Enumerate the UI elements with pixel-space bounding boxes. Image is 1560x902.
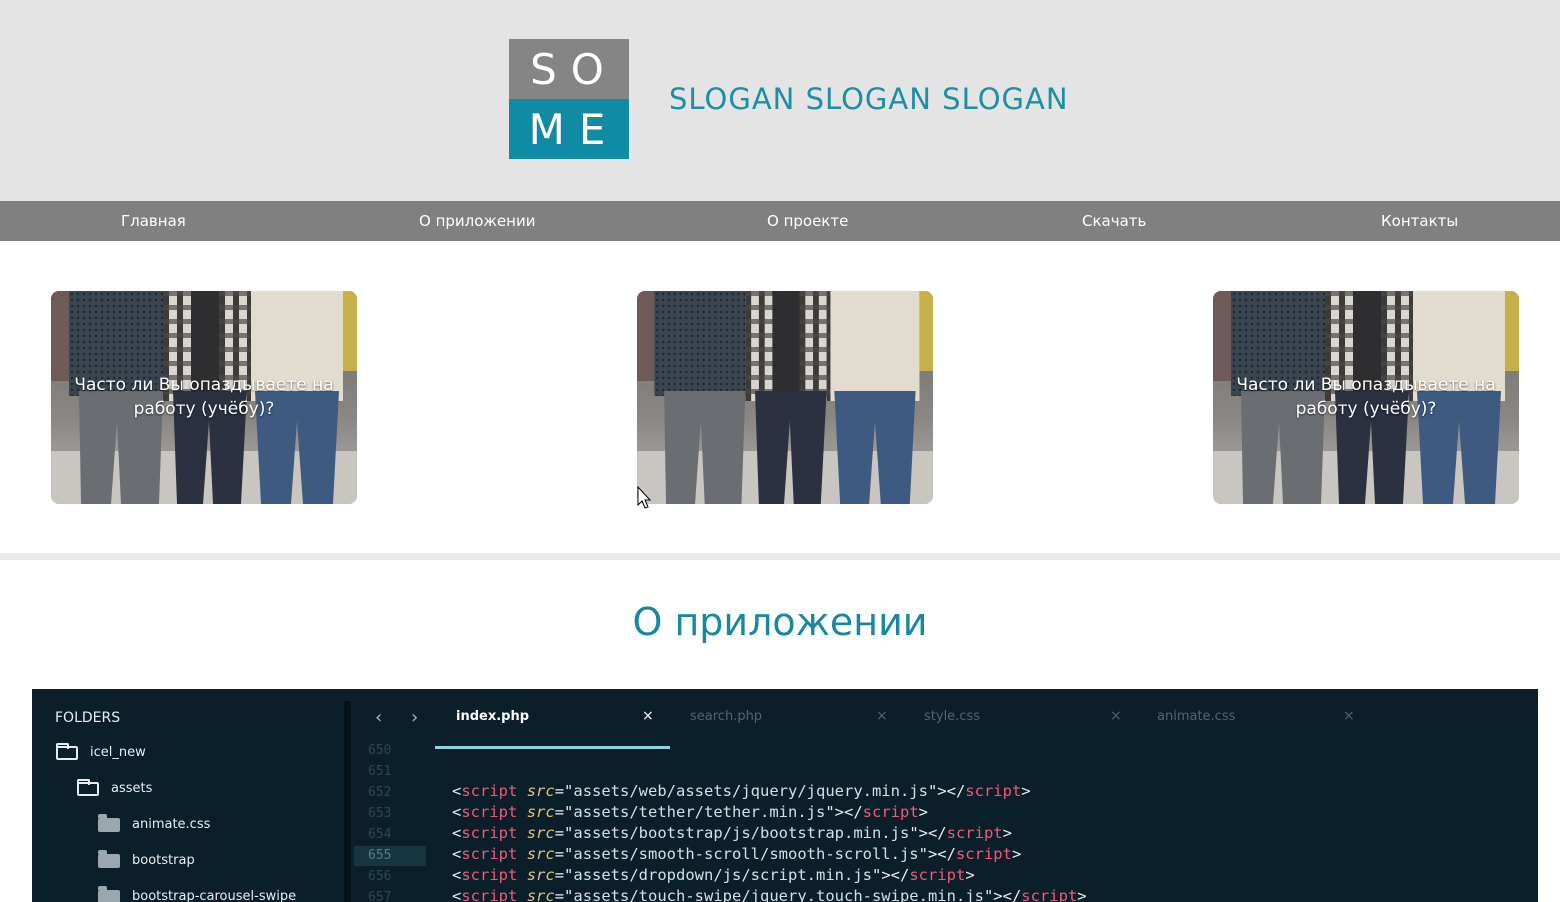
code-path: assets/touch-swipe/jquery.touch-swipe.mi… — [573, 887, 984, 902]
folders-title: FOLDERS — [55, 710, 121, 726]
main-nav: Главная О приложении О проекте Скачать К… — [0, 201, 1560, 241]
chevron-right-icon: › — [411, 707, 419, 728]
tree-item-label: icel_new — [90, 745, 146, 760]
card-3[interactable]: Часто ли Вы опаздываете на работу (учёбу… — [1213, 291, 1519, 504]
line-number: 651 — [368, 764, 392, 779]
slogan: SLOGAN SLOGAN SLOGAN — [669, 82, 1069, 116]
site-header: SO ME SLOGAN SLOGAN SLOGAN — [0, 0, 1560, 201]
nav-item-home[interactable]: Главная — [121, 201, 186, 241]
card-2[interactable] — [637, 291, 933, 504]
tree-item: bootstrap-carousel-swipe — [98, 885, 297, 902]
code-line: <script src="assets/smooth-scroll/smooth… — [452, 845, 1022, 863]
nav-item-contacts[interactable]: Контакты — [1381, 201, 1458, 241]
tab-style-css: style.css — [924, 709, 980, 724]
close-icon: × — [876, 708, 888, 724]
tree-item: assets — [77, 778, 153, 796]
code-path: assets/bootstrap/js/bootstrap.min.js — [573, 824, 910, 842]
code-editor-image: FOLDERS icel_new assets animate.css boot… — [32, 689, 1538, 902]
code-line: <script src="assets/touch-swipe/jquery.t… — [452, 887, 1087, 902]
tree-item: icel_new — [56, 742, 146, 760]
logo[interactable]: SO ME — [509, 39, 629, 159]
nav-item-about-app[interactable]: О приложении — [419, 201, 535, 241]
cursor-icon — [637, 486, 652, 509]
card-caption: Часто ли Вы опаздываете на работу (учёбу… — [1236, 375, 1496, 419]
folder-icon — [98, 885, 120, 902]
chevron-left-icon: ‹ — [375, 707, 383, 728]
line-number: 652 — [368, 785, 392, 800]
code-line: <script src="assets/web/assets/jquery/jq… — [452, 782, 1031, 800]
close-icon: × — [1110, 708, 1122, 724]
tree-item-label: bootstrap-carousel-swipe — [132, 889, 297, 902]
code-path: assets/dropdown/js/script.min.js — [573, 866, 872, 884]
people-photo — [637, 291, 933, 504]
tree-item-label: animate.css — [132, 817, 211, 832]
code-line: <script src="assets/dropdown/js/script.m… — [452, 866, 975, 884]
logo-bottom: ME — [509, 99, 629, 159]
code-path: assets/web/assets/jquery/jquery.min.js — [573, 782, 928, 800]
line-number: 654 — [368, 827, 392, 842]
folder-icon — [98, 813, 120, 832]
close-icon: × — [642, 708, 654, 724]
card-caption: Часто ли Вы опаздываете на работу (учёбу… — [74, 375, 334, 419]
tree-item: animate.css — [98, 813, 211, 832]
folder-icon — [98, 849, 120, 868]
close-icon: × — [1343, 708, 1355, 724]
tree-item-label: bootstrap — [132, 853, 195, 868]
line-number: 650 — [368, 743, 392, 758]
folder-open-icon — [77, 778, 99, 796]
section-title: О приложении — [632, 600, 928, 644]
line-number: 657 — [368, 890, 392, 902]
sidebar-separator — [344, 701, 351, 902]
tab-index-php: index.php — [456, 709, 530, 724]
code-line: <script src="assets/tether/tether.min.js… — [452, 803, 928, 821]
editor-sidebar: FOLDERS icel_new assets animate.css boot… — [32, 689, 344, 902]
section-divider — [0, 553, 1560, 560]
line-number: 653 — [368, 806, 392, 821]
card-1[interactable]: Часто ли Вы опаздываете на работу (учёбу… — [51, 291, 357, 504]
active-tab-underline — [435, 746, 670, 749]
code-line: <script src="assets/bootstrap/js/bootstr… — [452, 824, 1012, 842]
tree-item: bootstrap — [98, 849, 195, 868]
nav-item-about-project[interactable]: О проекте — [767, 201, 848, 241]
nav-item-download[interactable]: Скачать — [1082, 201, 1146, 241]
tree-item-label: assets — [111, 781, 153, 796]
code-path: assets/tether/tether.min.js — [573, 803, 826, 821]
tab-search-php: search.php — [690, 709, 763, 724]
logo-top: SO — [509, 39, 629, 99]
line-number-current: 655 — [368, 848, 392, 863]
folder-open-icon — [56, 742, 78, 760]
code-path: assets/smooth-scroll/smooth-scroll.js — [573, 845, 919, 863]
line-number: 656 — [368, 869, 392, 884]
tab-animate-css: animate.css — [1157, 709, 1236, 724]
